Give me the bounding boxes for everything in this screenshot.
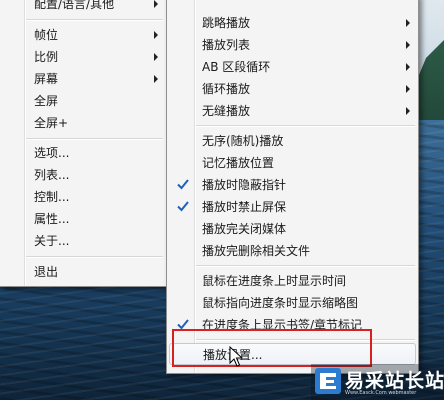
submenu-arrow-icon <box>154 75 158 83</box>
menu-item-ab-loop[interactable]: AB 区段循环 <box>169 56 416 78</box>
menu-item-label: 播放完删除相关文件 <box>202 244 311 258</box>
menu-item-label: 循环播放 <box>202 82 251 96</box>
menu-item-config[interactable]: 配置/语言/其他 <box>2 0 164 15</box>
menu-item-label: 无序(随机)播放 <box>202 134 284 148</box>
menu-item-delete-files-after[interactable]: 播放完删除相关文件 <box>169 240 416 262</box>
menu-item-screen[interactable]: 屏幕 <box>2 68 164 90</box>
menu-item-skip-play[interactable]: 跳略播放 <box>169 12 416 34</box>
submenu-arrow-icon <box>154 0 158 8</box>
menu-item-hide-pointer[interactable]: 播放时隐蔽指针 <box>169 174 416 196</box>
menu-separator <box>26 138 163 140</box>
menu-item-show-thumbnail[interactable]: 鼠标指向进度条时显示缩略图 <box>169 292 416 314</box>
menu-item-shuffle[interactable]: 无序(随机)播放 <box>169 130 416 152</box>
menu-item-fullscreen-plus[interactable]: 全屏+ <box>2 112 164 134</box>
submenu-arrow-icon <box>154 31 158 39</box>
context-menu-main: 配置/语言/其他 帧位 比例 屏幕 全屏 全屏+ 选项... 列表... 控制.… <box>0 0 167 287</box>
menu-item-close-media-after[interactable]: 播放完关闭媒体 <box>169 218 416 240</box>
menu-item-label: 无缝播放 <box>202 104 251 118</box>
menu-item-label: 播放时禁止屏保 <box>202 200 287 214</box>
menu-item-ratio[interactable]: 比例 <box>2 46 164 68</box>
watermark: 易采站长站 Www.Easck.Com webmaster <box>311 364 444 400</box>
menu-item-fullscreen[interactable]: 全屏 <box>2 90 164 112</box>
site-logo-icon <box>315 368 341 394</box>
menu-item-playlist[interactable]: 列表... <box>2 164 164 186</box>
menu-separator <box>196 125 415 127</box>
menu-item-play-list[interactable]: 播放列表 <box>169 34 416 56</box>
menu-item-label: 选项... <box>34 146 70 160</box>
watermark-subtext: Www.Easck.Com webmaster <box>345 390 417 396</box>
menu-item-label: 播放完关闭媒体 <box>202 222 287 236</box>
menu-item-show-time-on-progress[interactable]: 鼠标在进度条上时显示时间 <box>169 270 416 292</box>
menu-item-options[interactable]: 选项... <box>2 142 164 164</box>
menu-separator <box>26 19 163 21</box>
context-submenu-playback: 跳略播放 播放列表 AB 区段循环 循环播放 无缝播放 无序(随机)播放 记忆播… <box>166 0 419 374</box>
mouse-cursor-icon <box>229 346 243 367</box>
menu-item-about[interactable]: 关于... <box>2 230 164 252</box>
menu-item-frame[interactable]: 帧位 <box>2 24 164 46</box>
submenu-arrow-icon <box>406 63 410 71</box>
menu-item-label: 比例 <box>34 50 59 64</box>
checkmark-icon <box>177 201 189 212</box>
menu-separator <box>26 256 163 258</box>
menu-item-remember-position[interactable]: 记忆播放位置 <box>169 152 416 174</box>
submenu-arrow-icon <box>406 41 410 49</box>
menu-item-label: 属性... <box>34 212 70 226</box>
menu-item-label: 鼠标指向进度条时显示缩略图 <box>202 296 359 310</box>
menu-item-label: AB 区段循环 <box>202 60 271 74</box>
menu-item-label: 配置/语言/其他 <box>34 0 115 11</box>
menu-item-loop-play[interactable]: 循环播放 <box>169 78 416 100</box>
menu-item-label: 屏幕 <box>34 72 59 86</box>
menu-item-seamless-play[interactable]: 无缝播放 <box>169 100 416 122</box>
menu-item-label: 全屏 <box>34 94 59 108</box>
menu-item-label: 列表... <box>34 168 70 182</box>
annotation-highlight-box <box>172 329 372 367</box>
submenu-arrow-icon <box>406 19 410 27</box>
menu-item-label: 退出 <box>34 265 59 279</box>
submenu-arrow-icon <box>406 85 410 93</box>
watermark-text: 易采站长站 <box>345 370 444 392</box>
menu-item-control[interactable]: 控制... <box>2 186 164 208</box>
menu-item-label: 鼠标在进度条上时显示时间 <box>202 274 347 288</box>
menu-separator <box>196 265 415 267</box>
submenu-arrow-icon <box>154 53 158 61</box>
checkmark-icon <box>177 179 189 190</box>
menu-item-label: 播放时隐蔽指针 <box>202 178 287 192</box>
menu-item-label: 全屏+ <box>34 116 69 130</box>
menu-item-disable-screensaver[interactable]: 播放时禁止屏保 <box>169 196 416 218</box>
menu-item-exit[interactable]: 退出 <box>2 261 164 283</box>
menu-item-label: 记忆播放位置 <box>202 156 275 170</box>
menu-item-label: 跳略播放 <box>202 16 251 30</box>
menu-item-label: 关于... <box>34 234 70 248</box>
submenu-arrow-icon <box>406 107 410 115</box>
menu-item-label: 播放列表 <box>202 38 251 52</box>
menu-item-label: 控制... <box>34 190 70 204</box>
menu-item-label: 帧位 <box>34 28 59 42</box>
menu-item-properties[interactable]: 属性... <box>2 208 164 230</box>
